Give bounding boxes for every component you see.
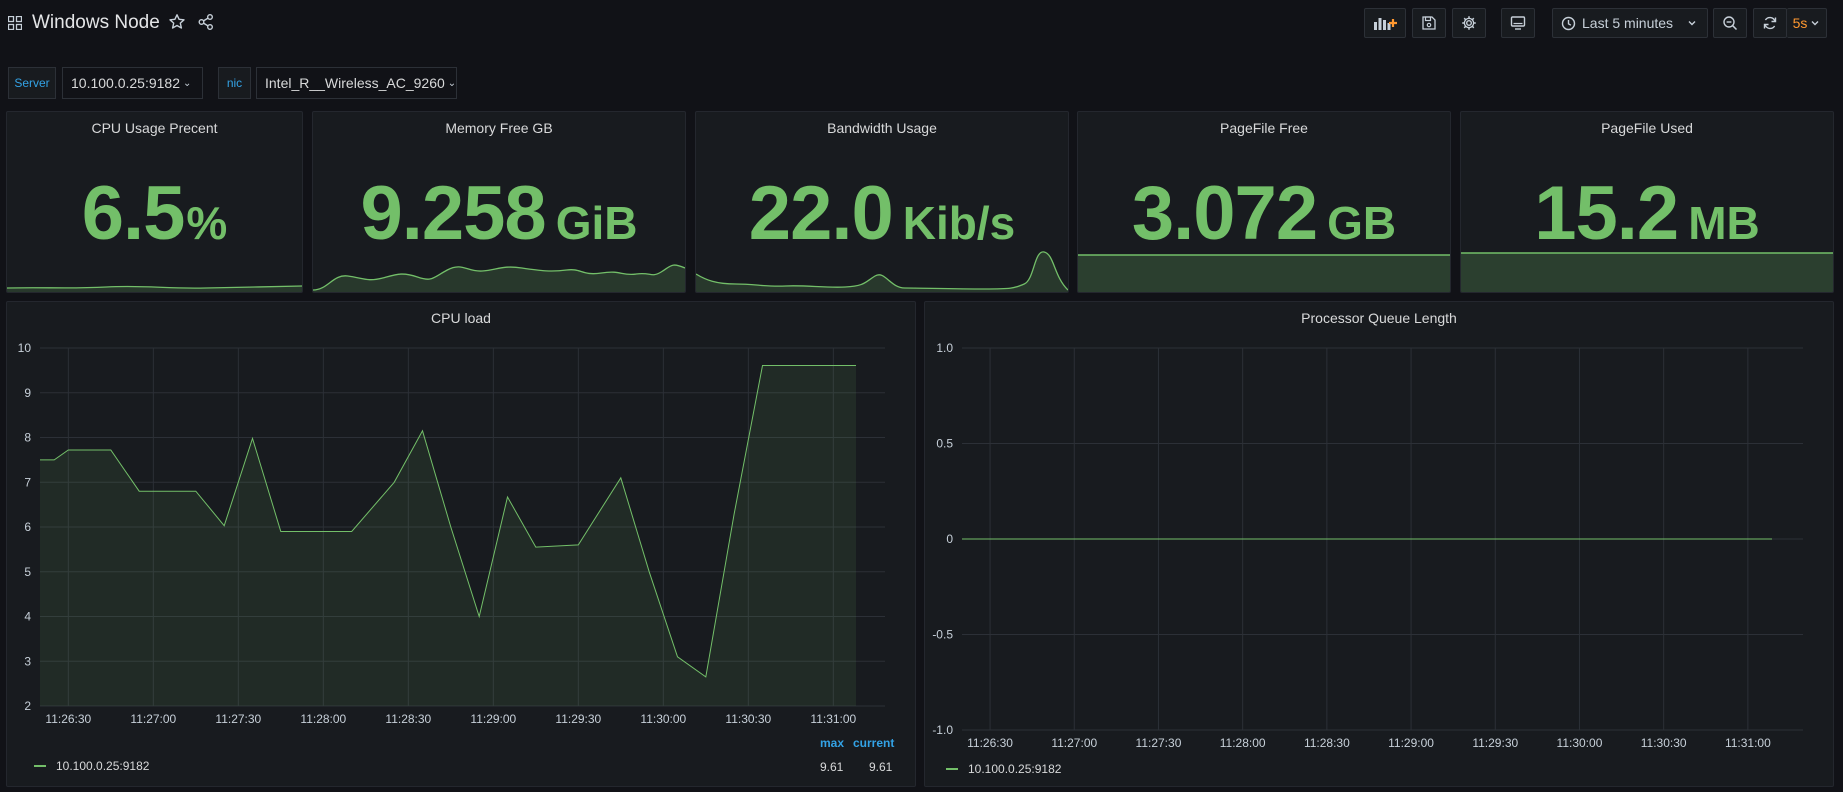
x-tick-label: 11:30:00: [640, 712, 686, 726]
legend-max-value: 9.61: [820, 760, 844, 774]
y-tick-label: 0: [946, 532, 953, 546]
legend-item[interactable]: 10.100.0.25:9182: [34, 759, 149, 773]
variable-label-server: Server: [8, 67, 56, 99]
legend-swatch: [34, 765, 46, 767]
tv-mode-button[interactable]: [1501, 8, 1535, 38]
stat-panel-pagefile-used[interactable]: PageFile Used 15.2 MB: [1460, 111, 1834, 293]
grid-icon[interactable]: [8, 16, 22, 30]
graph-panel-cpu-load[interactable]: CPU load 2 3 4 5 6 7 8 9 10 11:26:30 11:27:00 11:27…: [6, 301, 916, 787]
chevron-down-icon: [1811, 21, 1819, 26]
panel-title: CPU Usage Precent: [91, 120, 218, 136]
stat-panel-cpu-usage[interactable]: CPU Usage Precent 6.5%: [6, 111, 303, 293]
panel-title: PageFile Used: [1601, 120, 1693, 136]
dashboard-title[interactable]: Windows Node: [32, 12, 160, 34]
legend-header-current[interactable]: current: [853, 736, 894, 750]
chevron-down-icon: [1688, 21, 1696, 26]
x-tick-label: 11:30:30: [725, 712, 771, 726]
y-tick-label: 8: [24, 431, 31, 445]
zoom-out-icon: [1723, 16, 1738, 31]
y-tick-label: -1.0: [932, 723, 953, 737]
y-tick-label: 4: [24, 610, 31, 624]
x-tick-label: 11:30:00: [1557, 736, 1603, 750]
nic-select[interactable]: Intel_R__Wireless_AC_9260 ⌄: [256, 67, 457, 99]
zoom-out-button[interactable]: [1713, 8, 1747, 38]
refresh-interval-label: 5s: [1792, 15, 1808, 31]
x-tick-label: 11:28:30: [385, 712, 431, 726]
stat-panel-memory-free[interactable]: Memory Free GB 9.258 GiB: [312, 111, 686, 293]
stat-panel-bandwidth[interactable]: Bandwidth Usage 22.0 Kib/s: [695, 111, 1069, 293]
x-tick-label: 11:26:30: [45, 712, 91, 726]
x-tick-label: 11:29:00: [470, 712, 516, 726]
x-tick-label: 11:31:00: [810, 712, 856, 726]
x-tick-label: 11:30:30: [1641, 736, 1687, 750]
share-icon[interactable]: [197, 13, 215, 31]
y-tick-label: -0.5: [932, 628, 953, 642]
add-panel-icon: [1374, 18, 1397, 30]
top-bar: Windows Node Last 5 minutes 5s: [0, 0, 1843, 46]
gear-icon: [1462, 16, 1476, 30]
nic-select-value: Intel_R__Wireless_AC_9260: [265, 75, 445, 91]
server-select[interactable]: 10.100.0.25:9182 ⌄: [62, 67, 203, 99]
y-tick-label: 2: [24, 699, 31, 713]
chevron-down-icon: ⌄: [183, 77, 192, 89]
settings-button[interactable]: [1452, 8, 1486, 38]
variable-label-nic: nic: [218, 67, 251, 99]
x-tick-label: 11:29:30: [1472, 736, 1518, 750]
legend-header-max[interactable]: max: [820, 736, 844, 750]
time-picker[interactable]: Last 5 minutes: [1552, 8, 1708, 38]
legend-series-name: 10.100.0.25:9182: [968, 762, 1062, 776]
clock-icon: [1561, 16, 1576, 30]
refresh-icon: [1763, 16, 1777, 30]
star-icon[interactable]: [168, 13, 186, 31]
x-tick-label: 11:31:00: [1725, 736, 1771, 750]
tv-icon: [1510, 16, 1526, 30]
y-tick-label: 9: [24, 386, 31, 400]
graph-panel-processor-queue[interactable]: Processor Queue Length -1.0 -0.5 0 0.5 1.0 11…: [924, 301, 1834, 787]
chevron-down-icon: ⌄: [447, 77, 457, 89]
x-tick-label: 11:29:30: [555, 712, 601, 726]
x-tick-label: 11:28:00: [1220, 736, 1266, 750]
y-tick-label: 10: [18, 341, 32, 355]
sparkline: [696, 251, 1068, 292]
sparkline: [7, 285, 302, 292]
save-button[interactable]: [1412, 8, 1446, 38]
panel-title: Memory Free GB: [445, 120, 553, 136]
processor-queue-chart: -1.0 -0.5 0 0.5 1.0 11:26:30 11:27:00 11:27:30 1…: [932, 341, 1803, 750]
y-tick-label: 1.0: [936, 341, 953, 355]
x-tick-label: 11:28:30: [1304, 736, 1350, 750]
sparkline: [1461, 252, 1833, 292]
x-tick-label: 11:27:00: [1051, 736, 1097, 750]
y-tick-label: 6: [24, 520, 31, 534]
stat-panel-pagefile-free[interactable]: PageFile Free 3.072 GB: [1077, 111, 1451, 293]
add-panel-button[interactable]: [1364, 8, 1406, 38]
refresh-interval-picker[interactable]: 5s: [1787, 8, 1827, 38]
y-tick-label: 3: [24, 654, 31, 668]
sparkline: [1078, 254, 1450, 292]
legend-swatch: [946, 768, 958, 770]
save-icon: [1422, 16, 1436, 30]
legend-current-value: 9.61: [869, 760, 893, 774]
legend-series-name: 10.100.0.25:9182: [56, 759, 150, 773]
sparkline: [313, 264, 685, 292]
y-tick-label: 5: [24, 565, 31, 579]
x-tick-label: 11:27:30: [1136, 736, 1182, 750]
y-tick-label: 0.5: [936, 437, 953, 451]
x-tick-label: 11:28:00: [300, 712, 346, 726]
time-range-label: Last 5 minutes: [1582, 15, 1674, 31]
legend-item[interactable]: 10.100.0.25:9182: [946, 762, 1061, 776]
panel-title: Bandwidth Usage: [827, 120, 937, 136]
server-select-value: 10.100.0.25:9182: [71, 75, 180, 91]
x-tick-label: 11:27:00: [130, 712, 176, 726]
series-area: [40, 365, 856, 706]
cpu-load-chart: 2 3 4 5 6 7 8 9 10 11:26:30 11:27:00 11:27:30 11:28:…: [18, 341, 885, 726]
x-tick-label: 11:26:30: [967, 736, 1013, 750]
y-tick-label: 7: [24, 475, 31, 489]
x-tick-label: 11:29:00: [1388, 736, 1434, 750]
x-tick-label: 11:27:30: [215, 712, 261, 726]
panel-title: PageFile Free: [1220, 120, 1308, 136]
refresh-button[interactable]: [1753, 8, 1787, 38]
